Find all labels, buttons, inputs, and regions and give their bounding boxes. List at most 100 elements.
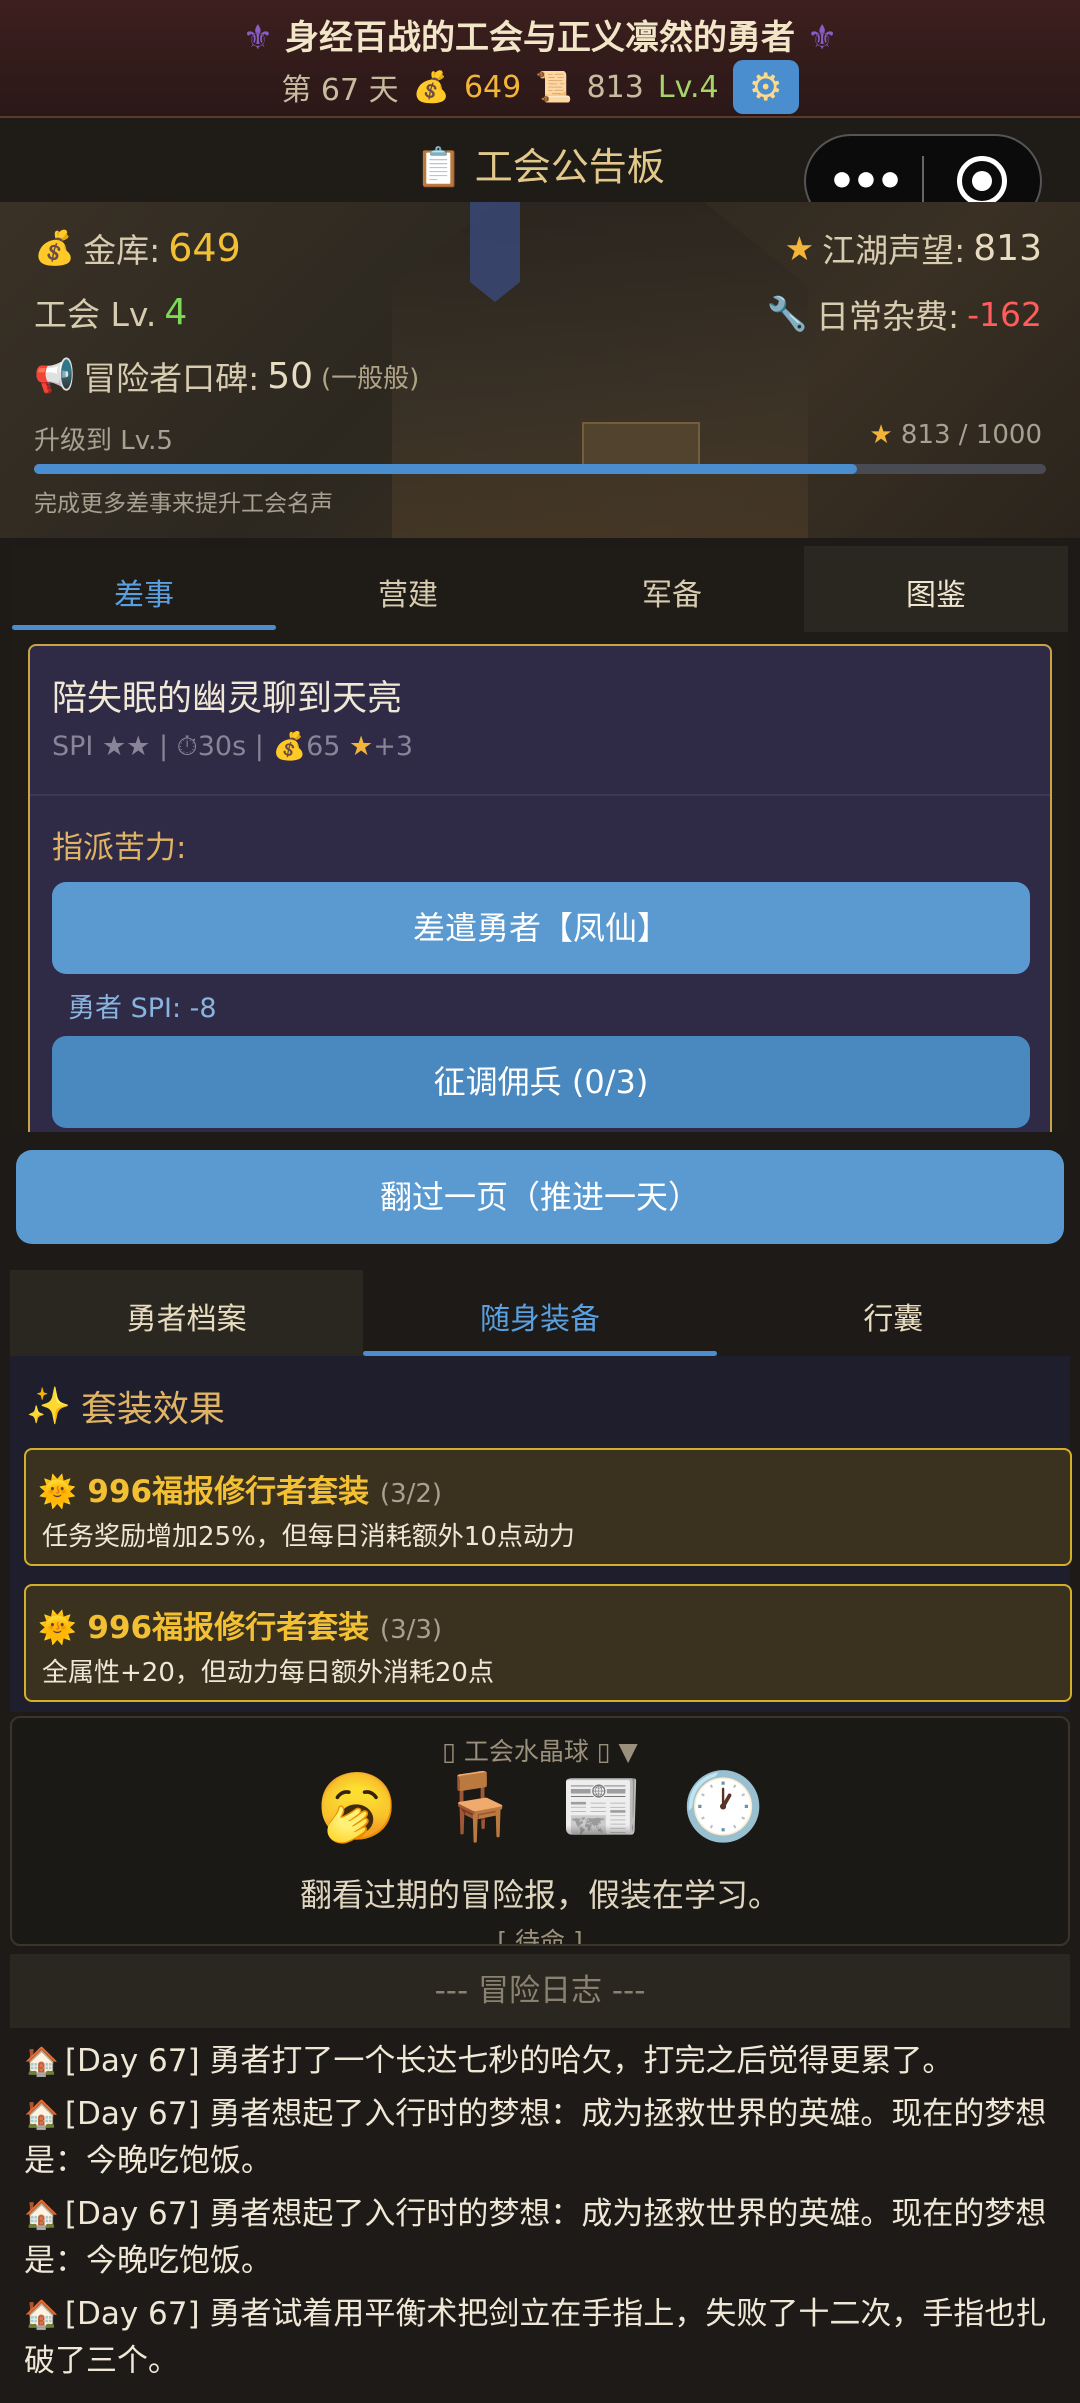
quest-card: 陪失眠的幽灵聊到天亮 SPI ★★ | ⏱30s | 💰65 ★+3 指派苦力:… (28, 644, 1052, 1132)
top-stats-row: 第 67 天 💰 649 📜 813 Lv.4 ⚙ (0, 60, 1080, 114)
upgrade-hint: 完成更多差事来提升工会名声 (34, 491, 333, 517)
quest-reward-gold: 65 (306, 731, 341, 762)
upkeep-stat: 🔧 日常杂费: -162 (767, 290, 1042, 338)
scroll-value: 813 (586, 69, 644, 105)
newspaper-icon: 📰 (560, 1768, 643, 1845)
star-icon: ★ (349, 731, 374, 762)
more-menu-button[interactable]: ••• (806, 156, 922, 207)
advance-day-button[interactable]: 翻过一页（推进一天） (16, 1150, 1064, 1244)
quest-duration: 30s (197, 731, 247, 762)
gold-value: 649 (463, 69, 522, 105)
upkeep-value: -162 (967, 294, 1042, 334)
quest-meta: SPI ★★ | ⏱30s | 💰65 ★+3 (52, 731, 414, 762)
adventure-log-header: --- 冒险日志 --- (10, 1954, 1070, 2028)
scroll-icon: 📜 (535, 69, 573, 105)
clipboard-icon: 📋 (415, 145, 463, 189)
crystal-ball-status: [ 待命 ] (497, 1927, 583, 1946)
house-icon: 🏠 (24, 2298, 59, 2331)
gear-icon: ⚙ (748, 65, 783, 109)
tab-inventory[interactable]: 行囊 (717, 1270, 1070, 1356)
guild-level-stat: 工会 Lv. 4 (34, 288, 187, 336)
word-of-mouth-stat: 📢 冒险者口碑: 50 (一般般) (34, 352, 419, 400)
reputation-stat: ★ 江湖声望: 813 (785, 224, 1042, 272)
set-effect-card: 🌞 996福报修行者套装 (3/2) 任务奖励增加25%，但每日消耗额外10点动… (24, 1448, 1072, 1566)
main-tab-bar: 差事 营建 军备 图鉴 (12, 546, 1068, 632)
quest-difficulty: SPI ★★ (52, 731, 151, 762)
money-bag-icon: 💰 (34, 228, 76, 267)
sun-icon: 🌞 (38, 1610, 77, 1646)
set-effect-count: (3/3) (379, 1615, 443, 1645)
tab-equipment[interactable]: 随身装备 (363, 1270, 717, 1356)
settings-button[interactable]: ⚙ (732, 60, 799, 114)
money-bag-icon: 💰 (272, 731, 307, 762)
set-effect-card: 🌞 996福报修行者套装 (3/3) 全属性+20，但动力每日额外消耗20点 (24, 1584, 1072, 1702)
level-badge: Lv.4 (657, 69, 719, 105)
clock-icon: 🕐 (682, 1768, 765, 1845)
set-effect-name: 🌞 996福报修行者套装 (3/2) (38, 1466, 442, 1511)
log-entry: 🏠 [Day 67] 勇者想起了入行时的梦想：成为拯救世界的英雄。现在的梦想是：今… (24, 2191, 1064, 2285)
guild-level-value: 4 (164, 291, 188, 333)
assign-label: 指派苦力: (52, 830, 187, 866)
star-icon: ★ (869, 420, 893, 450)
log-entry-text: [Day 67] 勇者试着用平衡术把剑立在手指上，失败了十二次，手指也扎破了三个… (24, 2296, 1047, 2379)
quest-divider (30, 794, 1050, 796)
fleur-de-lis-icon: ⚜ (242, 18, 274, 58)
tab-quests[interactable]: 差事 (12, 546, 276, 632)
log-entry: 🏠 [Day 67] 勇者试着用平衡术把剑立在手指上，失败了十二次，手指也扎破了三… (24, 2291, 1064, 2385)
board-title-text: 工会公告板 (474, 145, 665, 189)
yawning-face-icon: 🥱 (315, 1768, 398, 1845)
adventure-log-list: 🏠 [Day 67] 勇者打了一个长达七秒的哈欠，打完之后觉得更累了。 🏠 [Day… (24, 2038, 1064, 2403)
treasury-stat: 💰 金库: 649 (34, 224, 241, 272)
tab-hero-profile[interactable]: 勇者档案 (10, 1270, 364, 1356)
target-icon (956, 156, 1007, 206)
treasury-label: 金库: (83, 231, 161, 270)
top-header: ⚜ 身经百战的工会与正义凛然的勇者 ⚜ 第 67 天 💰 649 📜 813 L… (0, 0, 1080, 118)
set-effect-count: (3/2) (379, 1479, 443, 1509)
set-effect-name: 🌞 996福报修行者套装 (3/3) (38, 1602, 442, 1647)
upgrade-label: 升级到 Lv.5 (34, 426, 173, 456)
tab-codex[interactable]: 图鉴 (804, 546, 1068, 632)
upgrade-progress-text: ★ 813 / 1000 (869, 420, 1042, 450)
close-miniprogram-button[interactable] (924, 156, 1040, 206)
reputation-label: 江湖声望: (822, 231, 966, 270)
more-dots-icon: ••• (827, 155, 904, 207)
log-entry: 🏠 [Day 67] 勇者打了一个长达七秒的哈欠，打完之后觉得更累了。 (24, 2038, 1064, 2085)
set-effect-desc: 任务奖励增加25%，但每日消耗额外10点动力 (42, 1522, 575, 1552)
log-entry-text: [Day 67] 勇者想起了入行时的梦想：成为拯救世界的英雄。现在的梦想是：今晚… (24, 2196, 1047, 2279)
log-entry: 🏠 [Day 67] 勇者想起了入行时的梦想：成为拯救世界的英雄。现在的梦想是：今… (24, 2091, 1064, 2185)
tab-construction[interactable]: 营建 (276, 546, 540, 632)
quest-reward-rep: +3 (373, 731, 414, 762)
quest-title: 陪失眠的幽灵聊到天亮 (52, 679, 403, 719)
hero-spi-text: 勇者 SPI: -8 (68, 993, 217, 1024)
treasury-value: 649 (168, 226, 241, 270)
crystal-ball-text: 翻看过期的冒险报，假装在学习。 (299, 1876, 780, 1914)
upgrade-progress-fill (34, 464, 857, 474)
word-of-mouth-value: 50 (267, 355, 314, 397)
house-icon: 🏠 (24, 2198, 59, 2231)
game-title: ⚜ 身经百战的工会与正义凛然的勇者 ⚜ (0, 10, 1080, 59)
reputation-value: 813 (973, 227, 1042, 269)
money-bag-icon: 💰 (412, 69, 450, 105)
star-icon: ★ (784, 228, 815, 268)
set-effect-title: 996福报修行者套装 (87, 1474, 370, 1510)
recruit-mercenary-button[interactable]: 征调佣兵 (0/3) (52, 1036, 1030, 1128)
guild-info-panel: 💰 金库: 649 ★ 江湖声望: 813 工会 Lv. 4 🔧 日常杂费: -… (0, 202, 1080, 538)
wrench-icon: 🔧 (766, 294, 808, 333)
upgrade-progress-value: 813 / 1000 (900, 420, 1042, 450)
tab-armory[interactable]: 军备 (540, 546, 804, 632)
crystal-ball-toggle[interactable]: ▯ 工会水晶球 ▯ ▼ (12, 1732, 1068, 1768)
sparkles-icon: ✨ (26, 1386, 71, 1427)
log-entry-text: [Day 67] 勇者想起了入行时的梦想：成为拯救世界的英雄。现在的梦想是：今晚… (24, 2096, 1047, 2179)
stopwatch-icon: ⏱ (176, 731, 198, 762)
word-of-mouth-label: 冒险者口碑: (83, 359, 260, 398)
quest-list: 陪失眠的幽灵聊到天亮 SPI ★★ | ⏱30s | 💰65 ★+3 指派苦力:… (12, 632, 1068, 1132)
game-title-text: 身经百战的工会与正义凛然的勇者 (285, 18, 795, 58)
upkeep-label: 日常杂费: (815, 297, 960, 336)
megaphone-icon: 📢 (34, 356, 76, 395)
day-counter: 第 67 天 (281, 73, 399, 108)
sun-icon: 🌞 (38, 1474, 77, 1510)
set-effect-desc: 全属性+20，但动力每日额外消耗20点 (42, 1658, 494, 1688)
word-of-mouth-tier: (一般般) (321, 363, 420, 394)
assign-hero-button[interactable]: 差遣勇者【凤仙】 (52, 882, 1030, 974)
set-effects-section: ✨ 套装效果 🌞 996福报修行者套装 (3/2) 任务奖励增加25%，但每日消… (10, 1356, 1072, 1712)
